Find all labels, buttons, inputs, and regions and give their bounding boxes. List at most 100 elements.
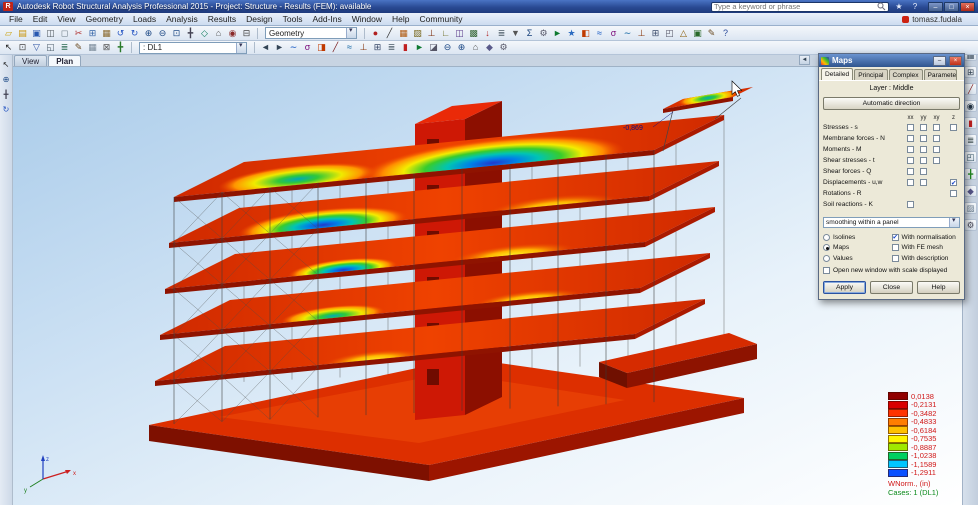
menu-item[interactable]: Edit xyxy=(28,13,53,26)
grid-step-icon[interactable]: ▦ xyxy=(86,41,99,54)
reactions-view-icon[interactable]: ⊥ xyxy=(357,41,370,54)
radio-icon[interactable] xyxy=(823,233,830,241)
map-z-checkbox[interactable] xyxy=(950,124,957,131)
checkbox-icon[interactable] xyxy=(891,254,899,262)
tab-view[interactable]: View xyxy=(14,55,48,66)
snap-settings-icon[interactable]: ⊠ xyxy=(100,41,113,54)
minimize-button[interactable]: – xyxy=(928,1,943,12)
smoothing-combo[interactable]: smoothing within a panel xyxy=(823,216,960,228)
radio-maps[interactable]: Maps xyxy=(823,244,892,252)
analysis-types-icon[interactable]: ⚙ xyxy=(537,27,550,40)
app-options-icon[interactable]: ⚙ xyxy=(964,219,977,231)
releases-icon[interactable]: ∟ xyxy=(439,27,452,40)
map-component-checkbox[interactable] xyxy=(907,146,914,153)
nodes-icon[interactable]: ● xyxy=(369,27,382,40)
tab-detailed[interactable]: Detailed xyxy=(821,68,854,80)
menu-item[interactable]: Community xyxy=(414,13,467,26)
dropdown-arrow-icon[interactable] xyxy=(949,216,959,227)
radio-isolines[interactable]: Isolines xyxy=(823,233,892,241)
map-component-checkbox[interactable] xyxy=(907,201,914,208)
screen-capture-icon[interactable]: ◉ xyxy=(226,27,239,40)
selection-arrow-icon[interactable]: ↖ xyxy=(2,41,15,54)
dropdown-arrow-icon[interactable] xyxy=(346,26,356,38)
print-preview-icon[interactable]: ◻ xyxy=(58,27,71,40)
dropdown-arrow-icon[interactable] xyxy=(236,41,246,53)
checkbox-icon[interactable] xyxy=(891,244,899,251)
map-component-checkbox[interactable] xyxy=(907,179,914,186)
object-inspector-icon[interactable]: ≣ xyxy=(58,41,71,54)
select-all-icon[interactable]: ⊡ xyxy=(16,41,29,54)
panel-maps-icon[interactable]: ◨ xyxy=(315,41,328,54)
help-icon[interactable]: ? xyxy=(909,2,921,11)
new-project-icon[interactable]: ▱ xyxy=(2,27,15,40)
geometry-combo[interactable]: Geometry xyxy=(265,26,357,39)
menu-item[interactable]: Results xyxy=(203,13,241,26)
stress-map-icon[interactable]: σ xyxy=(607,27,620,40)
tab-parameters[interactable]: Parameters xyxy=(923,69,957,80)
maps-dialog-titlebar[interactable]: Maps – × xyxy=(819,54,964,67)
panel-cuts-icon[interactable]: ╱ xyxy=(329,41,342,54)
menu-item[interactable]: Loads xyxy=(128,13,161,26)
menu-item[interactable]: Analysis xyxy=(161,13,203,26)
tab-scroll-left-button[interactable]: ◄ xyxy=(799,55,810,65)
map-component-checkbox[interactable] xyxy=(920,157,927,164)
map-component-checkbox[interactable] xyxy=(933,157,940,164)
sections-icon[interactable]: ◫ xyxy=(453,27,466,40)
check-with-normalisation[interactable]: With normalisation xyxy=(891,233,961,241)
results-status-icon[interactable]: ★ xyxy=(565,27,578,40)
menu-item[interactable]: Help xyxy=(387,13,414,26)
bar-forces-icon[interactable]: ∼ xyxy=(287,41,300,54)
search-box[interactable] xyxy=(711,1,889,12)
calculator-icon[interactable]: ⊟ xyxy=(240,27,253,40)
supports-icon[interactable]: ⊥ xyxy=(425,27,438,40)
zoom-out-icon[interactable]: ⊖ xyxy=(156,27,169,40)
undo-icon[interactable]: ↺ xyxy=(114,27,127,40)
map-component-checkbox[interactable] xyxy=(933,135,940,142)
camera-view-icon[interactable]: ◉ xyxy=(964,100,977,112)
view-3d-icon[interactable]: ◇ xyxy=(198,27,211,40)
bars-icon[interactable]: ╱ xyxy=(383,27,396,40)
materials-icon[interactable]: ▩ xyxy=(467,27,480,40)
map-component-checkbox[interactable] xyxy=(933,146,940,153)
search-input[interactable] xyxy=(714,2,875,11)
plan-pane-icon[interactable]: ◰ xyxy=(964,151,977,163)
menu-item[interactable]: Add-Ins xyxy=(307,13,346,26)
favorites-icon[interactable]: ★ xyxy=(893,2,905,11)
map-component-checkbox[interactable] xyxy=(920,146,927,153)
map-component-checkbox[interactable] xyxy=(920,124,927,131)
map-component-checkbox[interactable] xyxy=(907,135,914,142)
display-options-icon[interactable]: ⚙ xyxy=(497,41,510,54)
redo-icon[interactable]: ↻ xyxy=(128,27,141,40)
map-component-checkbox[interactable] xyxy=(907,168,914,175)
loads-icon[interactable]: ↓ xyxy=(481,27,494,40)
save-project-icon[interactable]: ▣ xyxy=(30,27,43,40)
menu-item[interactable]: Design xyxy=(241,13,277,26)
menu-item[interactable]: Tools xyxy=(278,13,308,26)
maximize-button[interactable]: □ xyxy=(944,1,959,12)
render-pane-icon[interactable]: ◆ xyxy=(964,185,977,197)
deformed-shape-icon[interactable]: ≈ xyxy=(343,41,356,54)
zoom-in-icon[interactable]: ⊕ xyxy=(142,27,155,40)
map-component-checkbox[interactable] xyxy=(907,124,914,131)
tab-plan[interactable]: Plan xyxy=(48,55,82,66)
paste-icon[interactable]: ▦ xyxy=(100,27,113,40)
notes-icon[interactable]: ✎ xyxy=(705,27,718,40)
map-component-checkbox[interactable] xyxy=(920,135,927,142)
radio-icon[interactable] xyxy=(823,244,830,251)
view-manager-icon[interactable]: ◱ xyxy=(44,41,57,54)
animate-results-icon[interactable]: ► xyxy=(413,41,426,54)
tab-principal[interactable]: Principal xyxy=(854,69,888,80)
zoom-window-icon[interactable]: ⊡ xyxy=(170,27,183,40)
close-button[interactable]: × xyxy=(960,1,975,12)
map-legend-icon[interactable]: ▮ xyxy=(399,41,412,54)
checkbox-icon[interactable] xyxy=(891,233,899,241)
steel-design-icon[interactable]: △ xyxy=(677,27,690,40)
user-badge[interactable]: tomasz.fudala xyxy=(902,15,962,24)
check-with-fe-mesh[interactable]: With FE mesh xyxy=(891,244,961,252)
displacement-values-icon[interactable]: ⊞ xyxy=(371,41,384,54)
map-component-checkbox[interactable] xyxy=(907,157,914,164)
initial-view-icon[interactable]: ⌂ xyxy=(212,27,225,40)
rc-design-icon[interactable]: ▣ xyxy=(691,27,704,40)
menu-item[interactable]: File xyxy=(4,13,28,26)
render-mode-icon[interactable]: ◆ xyxy=(483,41,496,54)
